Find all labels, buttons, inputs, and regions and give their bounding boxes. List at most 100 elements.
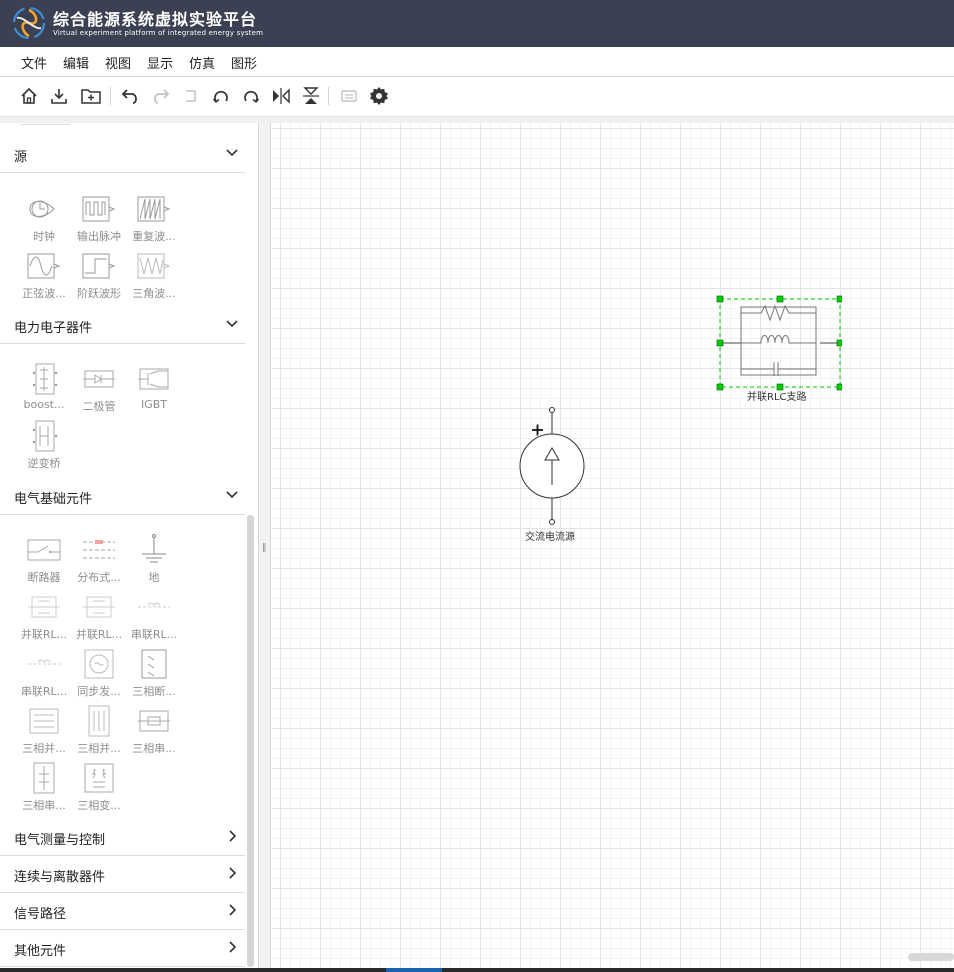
palette-item-diode[interactable]: 二极管: [71, 363, 127, 417]
three-phase-series-icon: [33, 762, 55, 794]
palette-item-sine[interactable]: 正弦波...: [16, 250, 72, 304]
flip-vertical-button[interactable]: [300, 85, 322, 107]
palette-item-boost[interactable]: boost...: [16, 363, 72, 417]
redo-icon: [154, 89, 170, 104]
diagram-canvas[interactable]: 并联RLC支路 交流电流源: [272, 123, 954, 972]
palette-item-three-phase-parallel-2[interactable]: 三相并...: [71, 705, 127, 759]
category-label: 电力电子器件: [14, 321, 93, 336]
igbt-icon: [138, 368, 169, 390]
three-phase-series-icon: [138, 710, 170, 732]
three-phase-transformer-icon: [84, 763, 114, 793]
category-label: 其他元件: [14, 944, 67, 959]
pulse-generator-icon: [82, 196, 116, 222]
chevron-right-icon: [229, 904, 237, 916]
palette-item-label: 逆变桥: [27, 457, 61, 470]
category-power-electronics[interactable]: 电力电子器件: [0, 308, 245, 344]
sine-wave-icon: [27, 253, 61, 279]
category-label: 电气基础元件: [14, 492, 93, 507]
palette-item-series-rl-2[interactable]: 串联RL...: [16, 648, 72, 702]
splitter-grip-icon: ‖: [262, 543, 267, 553]
palette-item-label: 三相断...: [132, 685, 176, 698]
undo-button[interactable]: [119, 85, 141, 107]
palette-item-parallel-rl-1[interactable]: 并联RL...: [16, 591, 72, 645]
sawtooth-wave-icon: [137, 196, 171, 222]
group-button[interactable]: [338, 85, 360, 107]
taskbar-strip: [0, 968, 954, 972]
palette-item-label: 三相变...: [77, 799, 121, 812]
sidebar-scrollbar[interactable]: [247, 515, 254, 967]
palette-item-distributed-line[interactable]: 分布式...: [71, 534, 127, 588]
chevron-right-icon: [229, 867, 237, 879]
menu-graphics[interactable]: 图形: [231, 53, 257, 72]
chevron-down-icon: [226, 491, 238, 499]
palette-item-three-phase-transformer[interactable]: 三相变...: [71, 762, 127, 816]
toolbar: [0, 77, 954, 117]
three-phase-parallel-icon: [29, 708, 59, 734]
palette-item-label: 地: [148, 571, 160, 584]
palette-item-series-rl-1[interactable]: 串联RL...: [126, 591, 182, 645]
category-label: 电气测量与控制: [14, 833, 106, 848]
palette-item-igbt[interactable]: IGBT: [126, 363, 182, 417]
palette-item-breaker[interactable]: 断路器: [16, 534, 72, 588]
menu-display[interactable]: 显示: [147, 53, 173, 72]
palette-item-step[interactable]: 阶跃波形: [71, 250, 127, 304]
logo-icon: [12, 6, 46, 40]
rotate-left-button[interactable]: [210, 85, 232, 107]
palette-item-three-phase-parallel-1[interactable]: 三相并...: [16, 705, 72, 759]
rotate-right-button[interactable]: [240, 85, 262, 107]
menu-file[interactable]: 文件: [21, 53, 47, 72]
palette-item-pulse[interactable]: 输出脉冲: [71, 193, 127, 247]
home-button[interactable]: [18, 85, 40, 107]
settings-button[interactable]: [368, 85, 390, 107]
category-sources[interactable]: 源: [0, 137, 245, 173]
palette-item-three-phase-breaker[interactable]: 三相断...: [126, 648, 182, 702]
flip-horizontal-icon: [273, 88, 290, 104]
inverter-bridge-icon: [32, 420, 58, 452]
category-signal-routing[interactable]: 信号路径: [0, 894, 245, 930]
distributed-line-icon: [83, 540, 115, 559]
palette-item-label: 三角波...: [132, 287, 176, 300]
palette-item-three-phase-series-1[interactable]: 三相串...: [126, 705, 182, 759]
palette-item-repeating-wave[interactable]: 重复波...: [126, 193, 182, 247]
palette-item-triangle[interactable]: 三角波...: [126, 250, 182, 304]
download-icon: [51, 89, 67, 104]
palette-item-inverter-bridge[interactable]: 逆变桥: [16, 420, 72, 474]
palette-item-label: 三相串...: [132, 742, 176, 755]
category-other-components[interactable]: 其他元件: [0, 931, 245, 967]
palette-item-label: 重复波...: [132, 230, 176, 243]
flip-vertical-icon: [303, 87, 319, 104]
clipped-category: [20, 123, 70, 125]
diode-icon: [83, 370, 115, 388]
connector-button[interactable]: [180, 85, 202, 107]
toolbar-separator: [110, 87, 111, 105]
menu-simulation[interactable]: 仿真: [189, 53, 215, 72]
palette-item-label: 串联RL...: [130, 628, 178, 641]
menu-view[interactable]: 视图: [105, 53, 131, 72]
ground-icon: [142, 534, 166, 563]
ac-current-source[interactable]: [512, 403, 592, 531]
category-measurement-control[interactable]: 电气测量与控制: [0, 820, 245, 856]
palette-item-parallel-rl-2[interactable]: 并联RL...: [71, 591, 127, 645]
new-folder-button[interactable]: [80, 85, 102, 107]
rotate-left-icon: [212, 90, 228, 104]
series-rl-icon: [138, 602, 170, 608]
category-continuous-discrete[interactable]: 连续与离散器件: [0, 857, 245, 893]
flip-horizontal-button[interactable]: [270, 85, 292, 107]
chevron-down-icon: [226, 320, 238, 328]
category-electrical-basic[interactable]: 电气基础元件: [0, 479, 245, 515]
panel-splitter[interactable]: ‖: [258, 123, 271, 972]
menu-edit[interactable]: 编辑: [63, 53, 89, 72]
palette-item-ground[interactable]: 地: [126, 534, 182, 588]
palette-item-clock[interactable]: 时钟: [16, 193, 72, 247]
boost-converter-icon: [32, 363, 58, 395]
palette-item-sync-generator[interactable]: 同步发...: [71, 648, 127, 702]
triangle-wave-icon: [137, 253, 171, 279]
redo-button[interactable]: [150, 85, 172, 107]
parallel-rlc-branch[interactable]: [712, 293, 842, 393]
group-icon: [341, 90, 357, 102]
canvas-horizontal-scrollbar[interactable]: [908, 953, 954, 961]
series-rl-icon: [28, 659, 60, 665]
palette-item-three-phase-series-2[interactable]: 三相串...: [16, 762, 72, 816]
download-button[interactable]: [48, 85, 70, 107]
parallel-rl-icon: [28, 596, 60, 618]
